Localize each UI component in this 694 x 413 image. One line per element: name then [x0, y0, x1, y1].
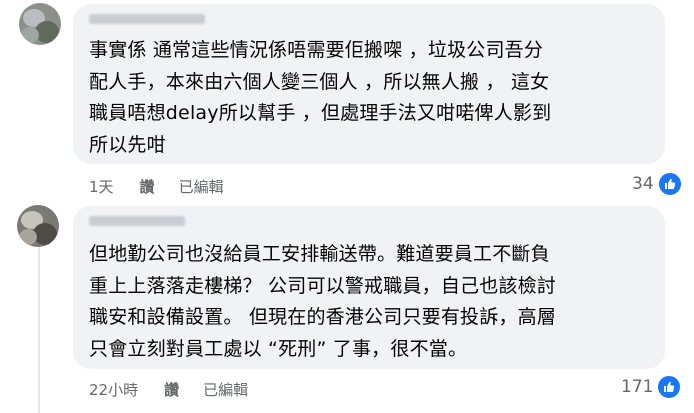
reaction-count: 171: [621, 377, 654, 397]
comment-text-line: 只會立刻對員工處以 “死刑” 了事，很不當。: [89, 337, 468, 360]
like-button[interactable]: 讚: [164, 379, 179, 400]
avatar[interactable]: [17, 205, 59, 247]
reaction-summary[interactable]: 34: [632, 171, 683, 197]
avatar[interactable]: [19, 3, 61, 45]
comment-text-line: 職員唔想delay所以幫手 ，但處理手法又咁喏俾人影到: [89, 102, 552, 124]
edited-label[interactable]: 已編輯: [203, 379, 248, 400]
edited-label[interactable]: 已編輯: [179, 176, 224, 197]
comment-meta: 1天 讚 已編輯: [89, 176, 248, 196]
comment-text-line: 所以先咁: [89, 133, 166, 156]
comment-text-line: 事實係 通常這些情況係唔需要佢搬㗎 ，垃圾公司吾分: [89, 39, 544, 61]
comment-meta: 22小時 讚 已編輯: [89, 379, 272, 399]
like-button[interactable]: 讚: [140, 176, 155, 197]
reaction-summary[interactable]: 171: [621, 374, 683, 400]
author-name-redacted[interactable]: [89, 14, 205, 24]
comment-text-line: 配人手，本來由六個人變三個人 ，所以無人搬 ， 這女: [89, 70, 550, 93]
comment-timestamp[interactable]: 1天: [89, 176, 114, 197]
like-icon: [656, 171, 683, 197]
comment-bubble: 但地勤公司也沒給員工安排輸送帶。難道要員工不斷負 重上上落落走樓梯？ 公司可以警…: [73, 206, 665, 369]
comment-thread: 事實係 通常這些情況係唔需要佢搬㗎 ，垃圾公司吾分 配人手，本來由六個人變三個人…: [0, 0, 694, 413]
comment-text-line: 但地勤公司也沒給員工安排輸送帶。難道要員工不斷負: [89, 243, 550, 265]
like-icon: [656, 374, 683, 400]
comment-text-line: 職安和設備設置。 但現在的香港公司只要有投訴，高層: [89, 306, 557, 328]
comment-bubble: 事實係 通常這些情況係唔需要佢搬㗎 ，垃圾公司吾分 配人手，本來由六個人變三個人…: [73, 4, 665, 164]
reaction-count: 34: [632, 174, 654, 194]
comment-timestamp[interactable]: 22小時: [89, 379, 138, 400]
author-name-redacted[interactable]: [89, 216, 185, 226]
comment-text-line: 重上上落落走樓梯？ 公司可以警戒職員，自己也該檢討: [89, 274, 557, 297]
